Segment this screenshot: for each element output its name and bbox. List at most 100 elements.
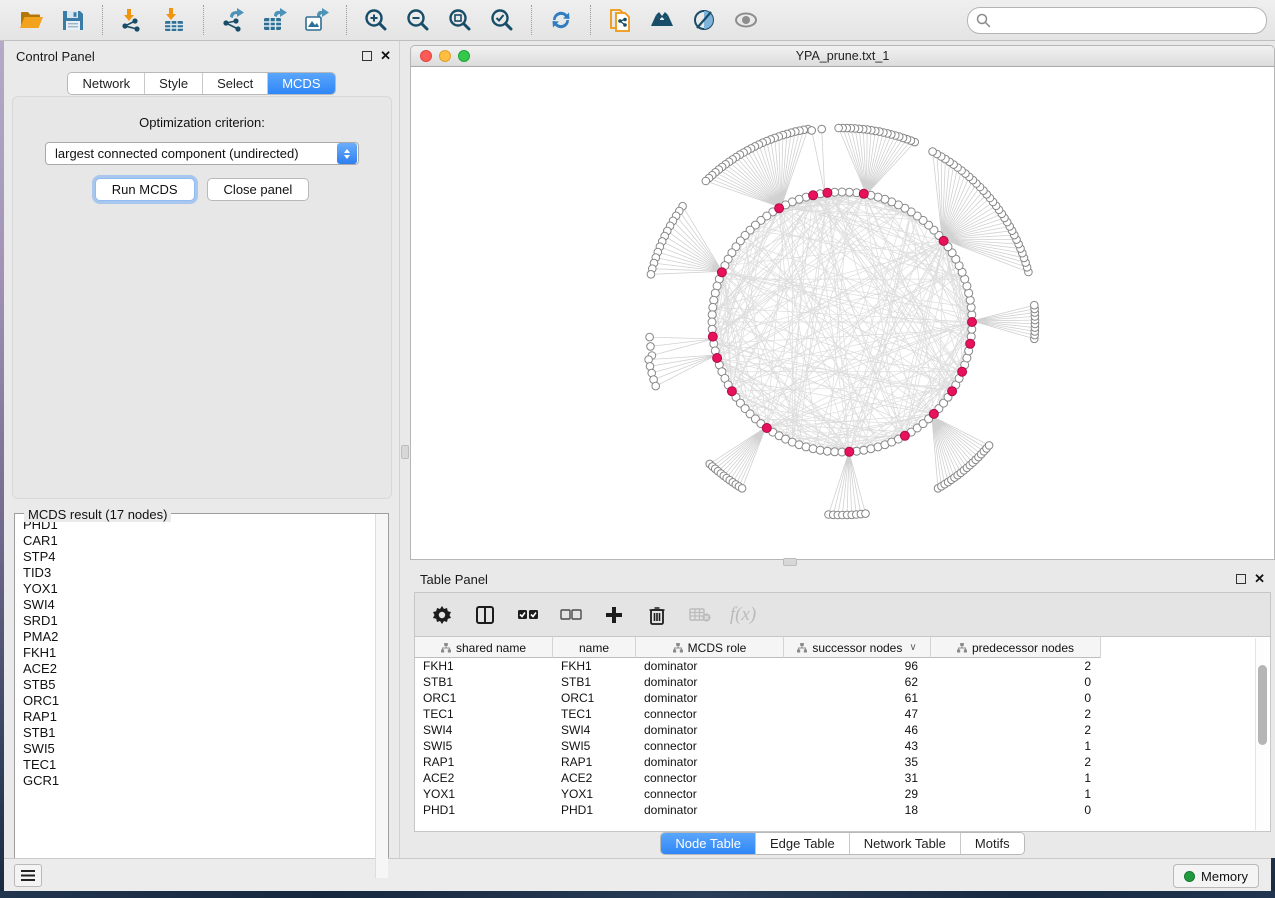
network-hub-node[interactable]	[727, 387, 736, 396]
table-row[interactable]: PHD1PHD1dominator180	[415, 802, 1101, 818]
network-node[interactable]	[738, 485, 746, 493]
vertical-splitter-handle[interactable]	[401, 445, 409, 459]
network-hub-node[interactable]	[939, 236, 948, 245]
horizontal-splitter-handle[interactable]	[783, 558, 797, 566]
export-table-icon[interactable]	[260, 5, 290, 35]
criterion-dropdown[interactable]: largest connected component (undirected)	[45, 142, 359, 165]
tab-network[interactable]: Network	[68, 73, 144, 94]
add-column-icon[interactable]	[601, 602, 627, 628]
network-hub-node[interactable]	[929, 409, 938, 418]
mcds-result-item[interactable]: SRD1	[15, 613, 375, 629]
mcds-result-item[interactable]: ACE2	[15, 661, 375, 677]
table-row[interactable]: ACE2ACE2connector311	[415, 770, 1101, 786]
zoom-in-icon[interactable]	[361, 5, 391, 35]
network-node[interactable]	[808, 127, 816, 135]
table-settings-icon[interactable]	[429, 602, 455, 628]
zoom-selected-icon[interactable]	[487, 5, 517, 35]
network-node[interactable]	[647, 271, 655, 279]
network-hub-node[interactable]	[775, 204, 784, 213]
mcds-result-item[interactable]: STB5	[15, 677, 375, 693]
run-mcds-button[interactable]: Run MCDS	[95, 178, 195, 201]
network-hub-node[interactable]	[823, 188, 832, 197]
network-hub-node[interactable]	[809, 191, 818, 200]
save-icon[interactable]	[58, 5, 88, 35]
export-network-icon[interactable]	[218, 5, 248, 35]
float-panel-icon[interactable]	[362, 51, 372, 61]
mcds-list-scrollbar[interactable]	[375, 514, 388, 878]
table-scrollbar[interactable]	[1255, 638, 1269, 830]
deselect-all-rows-icon[interactable]	[558, 602, 584, 628]
mcds-result-item[interactable]: STB1	[15, 725, 375, 741]
column-visibility-icon[interactable]	[472, 602, 498, 628]
mcds-result-item[interactable]: SWI5	[15, 741, 375, 757]
mcds-result-list[interactable]: PHD1CAR1STP4TID3YOX1SWI4SRD1PMA2FKH1ACE2…	[15, 517, 375, 878]
select-all-rows-icon[interactable]	[515, 602, 541, 628]
mcds-result-item[interactable]: STP4	[15, 549, 375, 565]
network-hub-node[interactable]	[717, 268, 726, 277]
network-node[interactable]	[929, 148, 937, 156]
close-panel-icon[interactable]: ✕	[380, 51, 391, 61]
export-image-icon[interactable]	[302, 5, 332, 35]
network-node[interactable]	[702, 177, 710, 185]
network-node[interactable]	[652, 382, 660, 390]
mcds-result-item[interactable]: RAP1	[15, 709, 375, 725]
table-row[interactable]: SWI5SWI5connector431	[415, 738, 1101, 754]
table-row[interactable]: RAP1RAP1dominator352	[415, 754, 1101, 770]
table-row[interactable]: FKH1FKH1dominator962	[415, 658, 1101, 674]
column-header-shared-name[interactable]: shared name	[415, 637, 553, 658]
mcds-result-item[interactable]: FKH1	[15, 645, 375, 661]
network-hub-node[interactable]	[900, 431, 909, 440]
open-file-icon[interactable]	[16, 5, 46, 35]
mcds-result-item[interactable]: GCR1	[15, 773, 375, 789]
delete-column-icon[interactable]	[644, 602, 670, 628]
import-table-icon[interactable]	[159, 5, 189, 35]
network-node[interactable]	[862, 510, 870, 518]
tab-mcds[interactable]: MCDS	[267, 73, 334, 94]
column-header-MCDS-role[interactable]: MCDS role	[636, 637, 784, 658]
mcds-result-item[interactable]: SWI4	[15, 597, 375, 613]
network-node[interactable]	[709, 303, 717, 311]
network-hub-node[interactable]	[708, 332, 717, 341]
mcds-result-item[interactable]: TEC1	[15, 757, 375, 773]
import-network-icon[interactable]	[117, 5, 147, 35]
table-row[interactable]: ORC1ORC1dominator610	[415, 690, 1101, 706]
network-canvas[interactable]	[410, 67, 1275, 560]
table-row[interactable]: SWI4SWI4dominator462	[415, 722, 1101, 738]
tab-edge-table[interactable]: Edge Table	[755, 833, 849, 854]
vertical-splitter[interactable]	[400, 41, 410, 858]
table-row[interactable]: YOX1YOX1connector291	[415, 786, 1101, 802]
search-binoculars-icon[interactable]	[647, 5, 677, 35]
tab-style[interactable]: Style	[144, 73, 202, 94]
network-node[interactable]	[835, 124, 843, 132]
mcds-result-item[interactable]: ORC1	[15, 693, 375, 709]
network-node[interactable]	[816, 446, 824, 454]
mcds-result-item[interactable]: TID3	[15, 565, 375, 581]
network-node[interactable]	[708, 318, 716, 326]
network-hub-node[interactable]	[966, 339, 975, 348]
tab-node-table[interactable]: Node Table	[661, 833, 755, 854]
network-hub-node[interactable]	[762, 424, 771, 433]
column-header-successor-nodes[interactable]: successor nodes∨	[784, 637, 931, 658]
network-hub-node[interactable]	[845, 447, 854, 456]
tab-network-table[interactable]: Network Table	[849, 833, 960, 854]
share-document-icon[interactable]	[605, 5, 635, 35]
memory-button[interactable]: Memory	[1173, 864, 1259, 888]
network-node[interactable]	[967, 303, 975, 311]
mcds-result-item[interactable]: CAR1	[15, 533, 375, 549]
table-row[interactable]: STB1STB1dominator620	[415, 674, 1101, 690]
network-window-titlebar[interactable]: YPA_prune.txt_1	[410, 45, 1275, 67]
network-node[interactable]	[710, 296, 718, 304]
network-hub-node[interactable]	[968, 318, 977, 327]
close-panel-button[interactable]: Close panel	[207, 178, 310, 201]
network-graph[interactable]	[411, 67, 1274, 558]
column-header-name[interactable]: name	[553, 637, 636, 658]
mcds-result-item[interactable]: YOX1	[15, 581, 375, 597]
refresh-icon[interactable]	[546, 5, 576, 35]
network-node[interactable]	[818, 125, 826, 133]
network-hub-node[interactable]	[859, 189, 868, 198]
zoom-out-icon[interactable]	[403, 5, 433, 35]
network-hub-node[interactable]	[948, 387, 957, 396]
network-node[interactable]	[708, 311, 716, 319]
zoom-fit-icon[interactable]	[445, 5, 475, 35]
mcds-result-item[interactable]: PMA2	[15, 629, 375, 645]
